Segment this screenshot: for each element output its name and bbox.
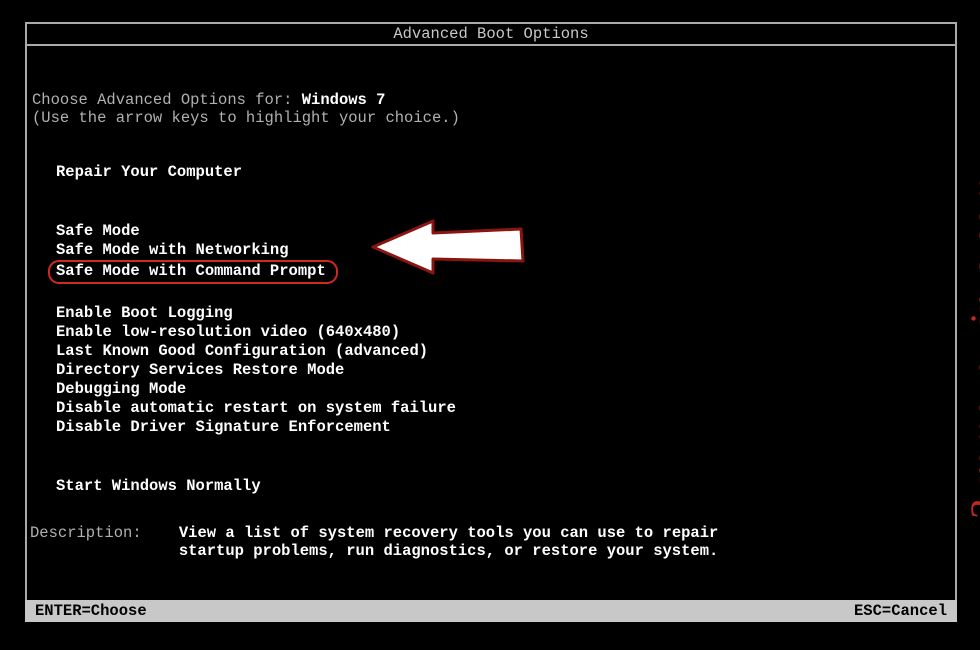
footer-enter: ENTER=Choose: [35, 602, 147, 620]
menu-safe-mode-command-prompt[interactable]: Safe Mode with Command Prompt: [48, 260, 338, 284]
footer-esc: ESC=Cancel: [854, 602, 947, 620]
description-line2: startup problems, run diagnostics, or re…: [179, 542, 719, 560]
menu-start-normally[interactable]: Start Windows Normally: [52, 477, 265, 496]
description-label: Description:: [30, 524, 142, 542]
watermark-text: 2-remove-virus.com: [962, 177, 980, 522]
menu-enable-boot-logging[interactable]: Enable Boot Logging: [52, 304, 237, 323]
menu-disable-auto-restart[interactable]: Disable automatic restart on system fail…: [52, 399, 460, 418]
panel-body: Choose Advanced Options for: Windows 7 (…: [27, 46, 955, 496]
choose-prefix: Choose Advanced Options for:: [32, 91, 302, 109]
footer-bar: ENTER=Choose ESC=Cancel: [25, 600, 957, 622]
description-line1: View a list of system recovery tools you…: [179, 524, 719, 542]
menu-safe-mode[interactable]: Safe Mode: [52, 222, 144, 241]
choose-os-line: Choose Advanced Options for: Windows 7: [32, 91, 955, 109]
menu-safe-mode-networking[interactable]: Safe Mode with Networking: [52, 241, 293, 260]
menu-low-res-video[interactable]: Enable low-resolution video (640x480): [52, 323, 404, 342]
hint-line: (Use the arrow keys to highlight your ch…: [32, 109, 955, 127]
menu-disable-driver-sig[interactable]: Disable Driver Signature Enforcement: [52, 418, 395, 437]
menu-last-known-good[interactable]: Last Known Good Configuration (advanced): [52, 342, 432, 361]
menu-repair-computer[interactable]: Repair Your Computer: [52, 163, 246, 182]
menu-debugging-mode[interactable]: Debugging Mode: [52, 380, 190, 399]
options-list: Repair Your Computer Safe Mode Safe Mode…: [56, 163, 955, 496]
panel-title: Advanced Boot Options: [27, 24, 955, 46]
description-block: Description: View a list of system recov…: [30, 524, 718, 560]
os-name: Windows 7: [302, 91, 386, 109]
menu-directory-services-restore[interactable]: Directory Services Restore Mode: [52, 361, 348, 380]
